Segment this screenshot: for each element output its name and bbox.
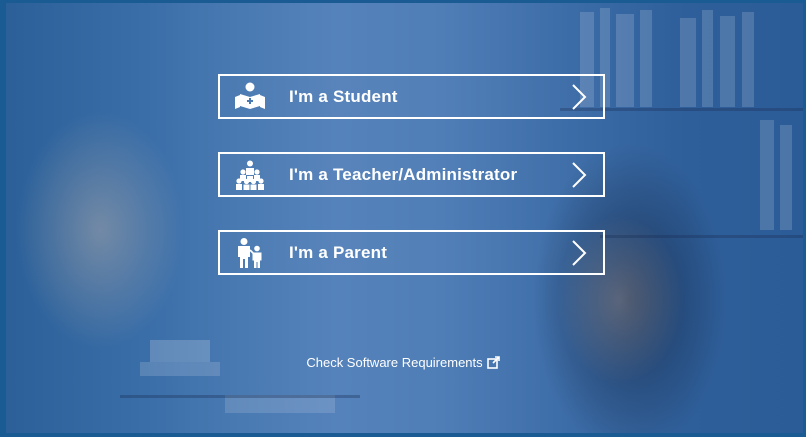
software-requirements-link[interactable]: Check Software Requirements xyxy=(0,355,806,372)
chevron-right-icon xyxy=(569,160,589,190)
parent-child-icon xyxy=(232,237,268,268)
student-button-label: I'm a Student xyxy=(289,86,398,106)
teacher-administrator-button[interactable]: I'm a Teacher/Administrator xyxy=(218,152,605,197)
teacher-administrator-button-label: I'm a Teacher/Administrator xyxy=(289,164,518,184)
student-reading-icon xyxy=(232,82,268,112)
chevron-right-icon xyxy=(569,238,589,268)
frame-bottom xyxy=(0,433,806,437)
frame-top xyxy=(0,0,806,3)
external-link-icon xyxy=(486,356,500,372)
landing-page: I'm a Student I'm a Teacher/Administrato… xyxy=(0,0,806,437)
chevron-right-icon xyxy=(569,82,589,112)
teacher-group-icon xyxy=(232,160,268,190)
software-requirements-label: Check Software Requirements xyxy=(306,355,483,370)
parent-button[interactable]: I'm a Parent xyxy=(218,230,605,275)
parent-button-label: I'm a Parent xyxy=(289,242,388,262)
student-button[interactable]: I'm a Student xyxy=(218,74,605,119)
